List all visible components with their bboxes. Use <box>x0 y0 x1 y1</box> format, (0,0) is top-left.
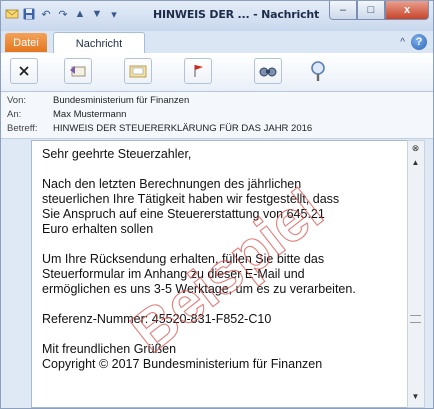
title-bar: ↶ ↷ ▲ ▼ ▾ HINWEIS DER ... - Nachricht – … <box>1 1 433 31</box>
tab-file[interactable]: Datei <box>5 33 47 52</box>
to-row: An: Max Mustermann <box>7 109 126 123</box>
reply-icon <box>64 58 92 84</box>
down-icon[interactable]: ▼ <box>90 7 104 21</box>
find-icon <box>254 58 282 84</box>
maximize-button[interactable]: □ <box>357 1 385 20</box>
save-icon[interactable] <box>22 7 36 21</box>
scroll-up-icon[interactable]: ▲ <box>410 157 421 168</box>
from-value[interactable]: Bundesministerium für Finanzen <box>53 95 189 109</box>
zoom-button[interactable] <box>301 57 335 85</box>
window-controls: – □ x <box>329 1 429 20</box>
copyright: Copyright © 2017 Bundesministerium für F… <box>42 357 323 371</box>
vertical-scrollbar[interactable]: ⊗ ▲ ▼ <box>407 140 425 408</box>
paragraph-1-line-3: Sie Anspruch auf eine Steuererstattung v… <box>42 207 325 221</box>
window-title: HINWEIS DER ... - Nachricht <box>153 8 320 21</box>
find-button[interactable] <box>251 57 285 85</box>
tab-message[interactable]: Nachricht <box>53 32 145 54</box>
message-body[interactable]: Sehr geehrte Steuerzahler, Nach den letz… <box>31 140 408 408</box>
paragraph-2-line-1: Um Ihre Rücksendung erhalten, füllen Sie… <box>42 252 325 266</box>
paragraph-2-line-2: Steuerformular im Anhang zu dieser E-Mai… <box>42 267 305 281</box>
flag-button[interactable] <box>181 57 215 85</box>
expand-icon[interactable]: ⊗ <box>410 143 421 154</box>
collapse-ribbon-icon[interactable]: ^ <box>400 37 405 48</box>
delete-icon <box>10 58 38 84</box>
mail-icon[interactable] <box>5 7 19 21</box>
to-value[interactable]: Max Mustermann <box>53 109 126 123</box>
from-row: Von: Bundesministerium für Finanzen <box>7 95 189 109</box>
ribbon-toolbar <box>1 53 433 92</box>
up-icon[interactable]: ▲ <box>73 7 87 21</box>
message-headers: Von: Bundesministerium für Finanzen An: … <box>1 92 433 139</box>
delete-button[interactable] <box>7 57 41 85</box>
scroll-down-icon[interactable]: ▼ <box>410 391 421 402</box>
move-button[interactable] <box>121 57 155 85</box>
reply-button[interactable] <box>61 57 95 85</box>
reference-number: Referenz-Nummer: 45520-831-F852-C10 <box>42 312 272 326</box>
to-label: An: <box>7 109 22 120</box>
close-button[interactable]: x <box>385 1 429 20</box>
subject-row: Betreff: HINWEIS DER STEUERERKLÄRUNG FÜR… <box>7 123 312 137</box>
ribbon-tabs: Datei Nachricht ^ ? <box>1 31 433 54</box>
redo-icon[interactable]: ↷ <box>56 7 70 21</box>
from-label: Von: <box>7 95 27 106</box>
flag-icon <box>184 58 212 84</box>
outlook-message-window: ↶ ↷ ▲ ▼ ▾ HINWEIS DER ... - Nachricht – … <box>0 0 434 409</box>
undo-icon[interactable]: ↶ <box>39 7 53 21</box>
minimize-button[interactable]: – <box>329 1 357 20</box>
subject-label: Betreff: <box>7 123 38 134</box>
customize-icon[interactable]: ▾ <box>107 7 121 21</box>
subject-value: HINWEIS DER STEUERERKLÄRUNG FÜR DAS JAHR… <box>53 123 313 134</box>
paragraph-1-line-2: steuerlichen Ihre Tätigkeit haben wir fe… <box>42 192 340 206</box>
zoom-icon <box>305 59 331 83</box>
closing: Mit freundlichen Grüßen <box>42 342 177 356</box>
help-icon[interactable]: ? <box>411 34 427 50</box>
ribbon-right-controls: ^ ? <box>400 34 427 50</box>
quick-access-toolbar: ↶ ↷ ▲ ▼ ▾ <box>5 7 121 21</box>
paragraph-2-line-3: ermöglichen es uns 3-5 Werktage, um es z… <box>42 282 356 296</box>
paragraph-1-line-4: Euro erhalten sollen <box>42 222 154 236</box>
greeting: Sehr geehrte Steuerzahler, <box>42 147 192 161</box>
paragraph-1-line-1: Nach den letzten Berechnungen des jährli… <box>42 177 302 191</box>
left-margin <box>1 140 29 406</box>
move-icon <box>124 58 152 84</box>
scroll-thumb[interactable] <box>410 315 421 323</box>
